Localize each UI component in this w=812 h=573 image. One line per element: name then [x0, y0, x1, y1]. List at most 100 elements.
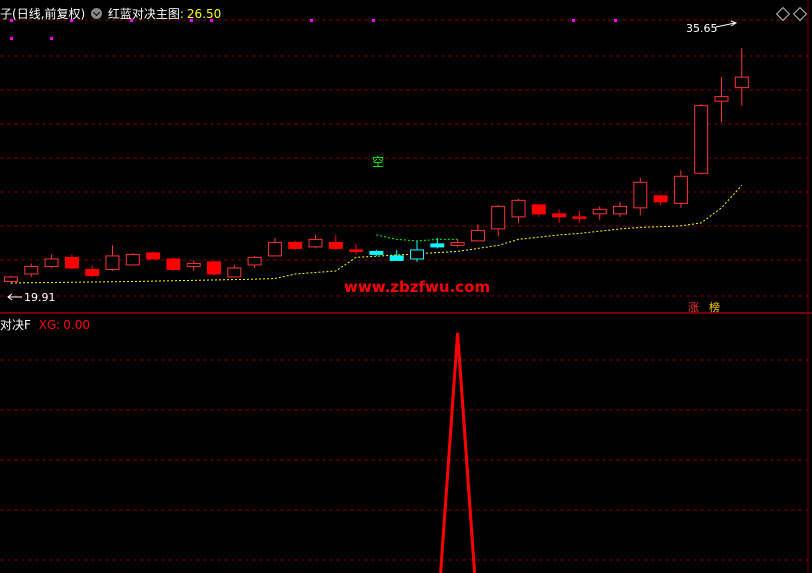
- candle-body: [653, 195, 668, 203]
- candle: [146, 251, 161, 260]
- candle-body: [85, 268, 100, 276]
- candle-body: [4, 276, 18, 282]
- top-marker-dot: [614, 19, 617, 22]
- candle-body: [146, 252, 161, 260]
- candle: [491, 204, 506, 237]
- badge-zhang: 涨: [688, 301, 699, 314]
- high-price-label: 35.65: [686, 22, 718, 35]
- candle: [207, 260, 221, 276]
- candle-body: [369, 250, 384, 255]
- candle: [85, 264, 100, 277]
- badge-bang: 榜: [709, 300, 720, 314]
- candle-body: [430, 243, 445, 248]
- candle-body: [166, 258, 181, 270]
- sub-header: 对决F XG: 0.00: [0, 316, 90, 333]
- candle-body: [592, 208, 607, 215]
- candle: [613, 201, 627, 217]
- indicator-sep: :: [179, 7, 184, 21]
- main-header: 子(日线,前复权) 红蓝对决主图: 26.50: [0, 5, 221, 22]
- period-label[interactable]: (日线,前复权): [12, 7, 85, 21]
- stock-name: 子: [0, 7, 13, 21]
- candle: [592, 206, 607, 220]
- candle: [694, 104, 709, 175]
- candle: [673, 170, 688, 208]
- indicator-value: 26.50: [186, 7, 222, 21]
- candle: [186, 260, 201, 271]
- candle: [267, 237, 282, 257]
- candle: [511, 198, 526, 223]
- candle-body: [470, 229, 485, 242]
- candle: [44, 254, 59, 268]
- candle-body: [714, 96, 729, 102]
- candle: [24, 263, 39, 277]
- kong-marker: 空: [372, 155, 384, 169]
- candle-body: [633, 181, 648, 209]
- candle-body: [308, 238, 323, 248]
- candle: [470, 224, 485, 242]
- candle: [633, 177, 648, 216]
- candle-body: [734, 76, 749, 89]
- candle-body: [511, 199, 526, 218]
- candle: [450, 239, 465, 247]
- support-line: [10, 184, 743, 284]
- candle-body: [410, 249, 424, 260]
- candle-body: [328, 241, 343, 249]
- candle: [531, 204, 546, 217]
- top-marker-dot: [372, 19, 375, 22]
- candle: [64, 254, 79, 270]
- top-marker-dot: [50, 37, 53, 40]
- candle-body: [227, 267, 242, 278]
- candle: [552, 209, 567, 223]
- candle-body: [24, 265, 39, 275]
- candle: [247, 255, 262, 268]
- candle: [410, 240, 424, 262]
- high-arrow-icon: [715, 20, 738, 28]
- candle-body: [64, 256, 79, 269]
- candle: [653, 194, 668, 205]
- candle-body: [613, 205, 627, 215]
- chevron-down-icon[interactable]: [91, 8, 103, 19]
- candle: [369, 249, 384, 256]
- candle: [227, 264, 242, 278]
- watermark: www.zbzfwu.com: [344, 278, 490, 296]
- sub-indicator-name: 对决F: [0, 318, 31, 332]
- candle-body: [673, 175, 688, 204]
- candle: [308, 234, 323, 249]
- candle: [572, 210, 587, 223]
- candle-body: [491, 205, 506, 230]
- candle-body: [389, 255, 404, 261]
- low-price-label: 19.91: [24, 291, 56, 304]
- candle-body: [44, 258, 59, 267]
- top-marker-dot: [310, 19, 313, 22]
- candle-body: [572, 216, 587, 219]
- sub-series-label: XG:: [38, 318, 61, 332]
- candle: [349, 243, 364, 255]
- kong-line: [376, 234, 458, 242]
- indicator-lines: [10, 184, 743, 284]
- candle: [105, 245, 120, 271]
- candle: [328, 234, 343, 250]
- xg-spike: [439, 332, 477, 573]
- top-marker-dot: [572, 19, 575, 22]
- candle: [166, 257, 181, 271]
- candle-body: [186, 262, 201, 267]
- candle-body: [207, 261, 221, 275]
- candle-body: [349, 249, 364, 252]
- candle-body: [552, 213, 567, 218]
- candle-body: [694, 105, 709, 174]
- candle-body: [247, 256, 262, 266]
- candle-body: [450, 241, 465, 246]
- candle: [288, 240, 303, 250]
- top-marker-dot: [10, 37, 13, 40]
- candle: [125, 252, 140, 266]
- candle-body: [105, 255, 120, 270]
- candle: [714, 77, 729, 123]
- candle-body: [125, 253, 140, 266]
- low-arrow-icon: [7, 293, 22, 301]
- candle-body: [531, 204, 546, 215]
- xg-spike-series: [439, 332, 477, 573]
- chart-canvas: 35.65 19.91 空 www.zbzfwu.com 涨 榜: [0, 0, 812, 573]
- indicator-name: 红蓝对决主图: [107, 7, 180, 21]
- candle-body: [288, 241, 303, 249]
- candle-body: [267, 241, 282, 257]
